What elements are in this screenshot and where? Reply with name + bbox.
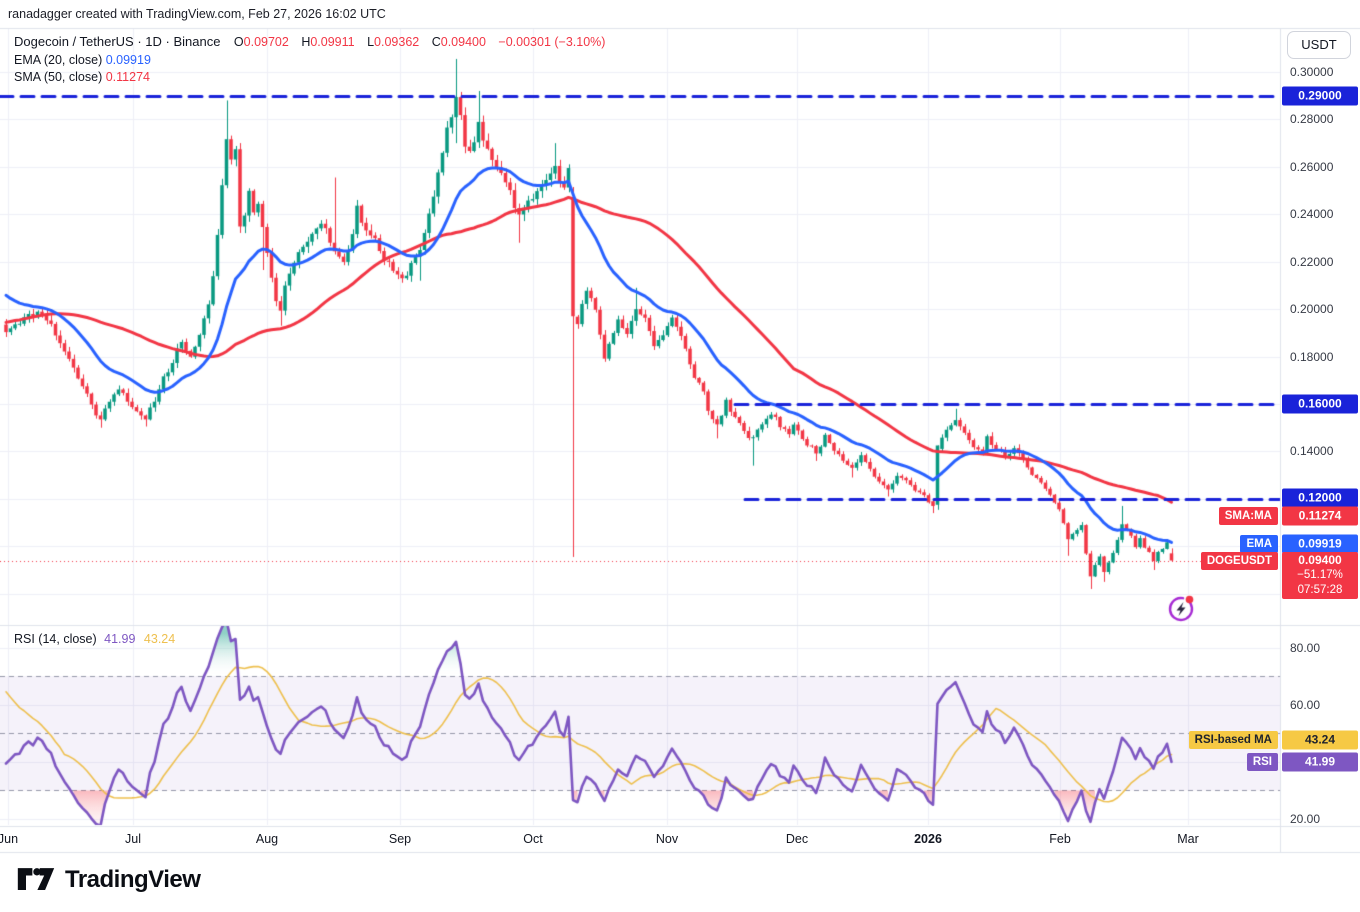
time-tick: Jul	[125, 832, 141, 846]
close-value: C0.09400	[432, 35, 486, 49]
last-price-badge: 0.09400 −51.17% 07:57:28	[1282, 552, 1358, 599]
price-tick: 0.18000	[1290, 350, 1333, 364]
tradingview-logo-icon	[16, 866, 56, 894]
rsi-tick: 60.00	[1290, 698, 1320, 712]
level-badge-012: 0.12000	[1282, 489, 1358, 508]
low-value: L0.09362	[367, 35, 419, 49]
time-tick: 2026	[914, 832, 942, 846]
change-percent: −51.17%	[1282, 568, 1358, 583]
attribution-text: ranadagger created with TradingView.com,…	[8, 7, 386, 21]
rsi-legend[interactable]: RSI (14, close) 41.99 43.24	[14, 631, 175, 649]
bar-countdown: 07:57:28	[1282, 583, 1358, 598]
change-value: −0.00301 (−3.10%)	[498, 35, 605, 49]
rsi-ma-badge: 43.24	[1282, 731, 1358, 750]
last-price: 0.09400	[1282, 553, 1358, 568]
open-value: O0.09702	[234, 35, 289, 49]
price-tick: 0.14000	[1290, 444, 1333, 458]
price-tick: 0.24000	[1290, 207, 1333, 221]
time-tick: Dec	[786, 832, 808, 846]
time-tick: Oct	[523, 832, 542, 846]
rsi-value: 41.99	[104, 632, 135, 646]
price-tick: 0.30000	[1290, 65, 1333, 79]
legend-sma-row[interactable]: SMA (50, close) 0.11274	[14, 69, 605, 87]
price-tick: 0.22000	[1290, 255, 1333, 269]
rsi-ma-value: 43.24	[144, 632, 175, 646]
time-tick: Aug	[256, 832, 278, 846]
tradingview-logo-text: TradingView	[65, 866, 200, 894]
time-tick: Sep	[389, 832, 411, 846]
level-badge-016: 0.16000	[1282, 395, 1358, 414]
rsi-tick: 80.00	[1290, 641, 1320, 655]
high-value: H0.09911	[301, 35, 354, 49]
time-tick: Nov	[656, 832, 678, 846]
legend-ohlc-row: Dogecoin / TetherUS · 1D · Binance O0.09…	[14, 33, 605, 52]
symbol-chip: DOGEUSDT	[1201, 552, 1278, 570]
price-tick: 0.28000	[1290, 112, 1333, 126]
sma-price-badge: 0.11274	[1282, 507, 1358, 526]
ema-chip: EMA	[1240, 535, 1278, 553]
legend-ema-row[interactable]: EMA (20, close) 0.09919	[14, 52, 605, 70]
price-legend: Dogecoin / TetherUS · 1D · Binance O0.09…	[14, 33, 605, 87]
price-tick: 0.20000	[1290, 302, 1333, 316]
time-tick: Jun	[0, 832, 18, 846]
tradingview-chart-page: ranadagger created with TradingView.com,…	[0, 0, 1360, 912]
currency-toggle-button[interactable]: USDT	[1287, 31, 1351, 59]
rsi-tick: 20.00	[1290, 812, 1320, 826]
symbol-title[interactable]: Dogecoin / TetherUS · 1D · Binance	[14, 34, 220, 49]
rsi-badge: 41.99	[1282, 753, 1358, 772]
sma-chip: SMA:MA	[1219, 507, 1278, 525]
time-tick: Feb	[1049, 832, 1071, 846]
level-badge-029: 0.29000	[1282, 87, 1358, 106]
tradingview-logo[interactable]: TradingView	[16, 866, 200, 894]
time-tick: Mar	[1177, 832, 1199, 846]
chart-canvas[interactable]	[0, 0, 1360, 912]
price-tick: 0.26000	[1290, 160, 1333, 174]
rsi-chip: RSI	[1247, 753, 1278, 771]
rsi-ma-chip: RSI-based MA	[1189, 731, 1278, 749]
ema-price-badge: 0.09919	[1282, 535, 1358, 554]
